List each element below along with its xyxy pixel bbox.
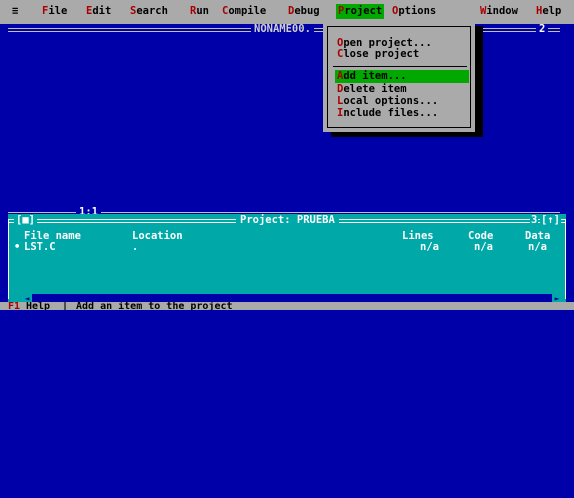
project-window-number: 3 [530,214,539,226]
column-header-lines[interactable]: Lines [402,231,434,242]
editor-title: NONAME00. [251,24,314,35]
row-bullet: • [14,241,21,253]
delete-item-label: elete item [343,83,407,95]
menu-item-local-options[interactable]: Local options... [337,96,467,107]
menu-debug-label: ebug [294,5,320,17]
project-left-border [8,219,9,299]
local-options-label: ocal options... [343,95,439,107]
row-code: n/a [474,241,493,253]
menu-edit[interactable]: Edit [86,6,111,17]
menu-project-label: roject [344,5,383,17]
status-bar: F1 Help | Add an item to the project [0,302,574,310]
menu-item-close-project[interactable]: Close project [337,49,467,60]
table-row[interactable]: • LST.C . n/a n/a n/a [8,242,566,487]
menu-item-open-project[interactable]: Open project... [337,38,467,49]
project-title: Project: PRUEBA [236,215,339,226]
row-data: n/a [528,241,547,253]
menu-debug[interactable]: Debug [288,6,320,17]
add-item-label: dd item... [343,70,407,82]
menu-options[interactable]: Options [392,6,436,17]
column-header-code[interactable]: Code [468,231,493,242]
system-menu[interactable]: ≡ [12,6,18,17]
menu-help[interactable]: Help [536,6,561,17]
status-f1-key[interactable]: F1 [8,302,20,310]
status-separator: | [62,302,69,310]
row-location: . [132,241,139,253]
project-right-border [565,219,566,299]
menu-file[interactable]: File [42,6,67,17]
menu-run[interactable]: Run [190,6,209,17]
menu-options-label: ptions [398,5,437,17]
include-files-label: nclude files... [343,107,439,119]
menu-edit-label: dit [92,5,112,17]
menu-search[interactable]: Search [130,6,168,17]
project-menu: Open project... Close project Add item..… [323,22,475,132]
row-file-name: LST.C [24,241,56,253]
menu-window-label: indow [486,5,518,17]
column-header-data[interactable]: Data [525,231,550,242]
project-close-button[interactable]: [■] [14,215,37,226]
menu-compile-label: ompile [228,5,267,17]
menu-search-label: earch [136,5,168,17]
menu-file-label: ile [48,5,68,17]
menu-separator [333,66,467,67]
row-lines: n/a [420,241,439,253]
status-message: Add an item to the project [76,302,233,310]
editor-window-number: 2 [536,24,549,35]
menu-item-include-files[interactable]: Include files... [337,108,467,119]
menu-run-label: un [196,5,209,17]
menu-bar: ≡ File Edit Search Run Compile Debug Pro… [0,0,574,24]
status-help-label[interactable]: Help [26,302,50,310]
menu-item-add-item[interactable]: Add item... [335,70,469,83]
menu-compile[interactable]: Compile [222,6,266,17]
column-header-file-name[interactable]: File name [24,231,81,242]
menu-window[interactable]: Window [480,6,518,17]
project-zoom-button[interactable]: [↑] [540,215,561,226]
column-header-location[interactable]: Location [132,231,183,242]
menu-project[interactable]: Project [336,4,385,19]
project-window[interactable]: [■] Project: PRUEBA 3 [↑] File name Loca… [8,214,566,302]
close-project-label: lose project [343,48,420,60]
menu-help-label: elp [542,5,562,17]
menu-item-delete-item[interactable]: Delete item [337,84,467,95]
